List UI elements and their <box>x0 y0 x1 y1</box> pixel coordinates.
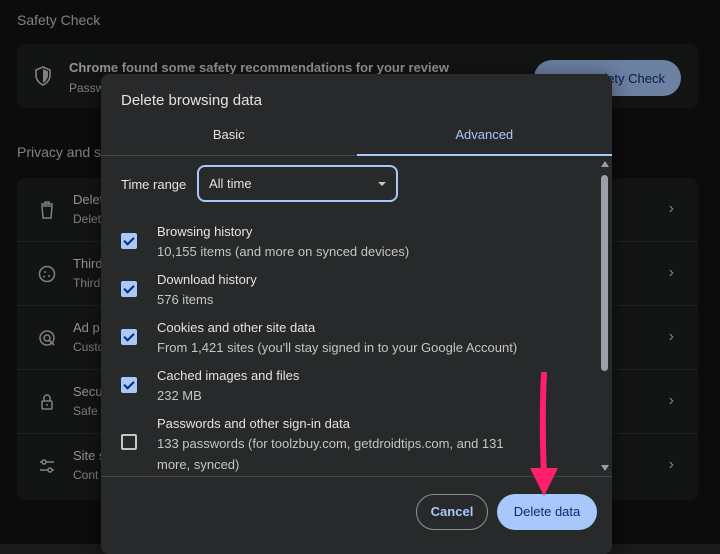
passwords-checkbox[interactable] <box>121 434 137 450</box>
item-subtitle: 232 MB <box>157 388 202 403</box>
dropdown-caret-icon <box>378 182 386 186</box>
item-title: Download history <box>157 272 257 287</box>
dialog-content: Time range All time Browsing history 10,… <box>101 157 612 475</box>
delete-data-button[interactable]: Delete data <box>497 494 597 530</box>
item-title: Cookies and other site data <box>157 320 316 335</box>
tab-basic[interactable]: Basic <box>101 122 357 156</box>
delete-browsing-data-dialog: Delete browsing data Basic Advanced Time… <box>101 74 612 554</box>
dialog-footer: Cancel Delete data <box>101 476 612 554</box>
cancel-button[interactable]: Cancel <box>416 494 488 530</box>
dialog-scrollbar[interactable] <box>598 157 612 475</box>
time-range-label: Time range <box>121 177 187 192</box>
item-subtitle: 133 passwords (for toolzbuy.com, getdroi… <box>157 436 504 472</box>
scroll-down-arrow-icon[interactable] <box>601 465 609 471</box>
active-tab-indicator <box>356 154 612 156</box>
browsing-history-checkbox[interactable] <box>121 233 137 249</box>
item-title: Cached images and files <box>157 368 300 383</box>
item-title: Passwords and other sign-in data <box>157 416 350 431</box>
scroll-up-arrow-icon[interactable] <box>601 161 609 167</box>
item-subtitle: 576 items <box>157 292 214 307</box>
dialog-tabs: Basic Advanced <box>101 122 612 156</box>
dialog-title: Delete browsing data <box>121 92 262 109</box>
item-title: Browsing history <box>157 224 253 239</box>
download-history-checkbox[interactable] <box>121 281 137 297</box>
item-subtitle: From 1,421 sites (you'll stay signed in … <box>157 340 518 355</box>
time-range-select[interactable]: All time <box>197 165 398 202</box>
scrollbar-thumb[interactable] <box>601 175 608 371</box>
item-subtitle: 10,155 items (and more on synced devices… <box>157 244 410 259</box>
cookies-checkbox[interactable] <box>121 329 137 345</box>
tab-advanced[interactable]: Advanced <box>357 122 613 156</box>
cached-images-checkbox[interactable] <box>121 377 137 393</box>
time-range-value: All time <box>209 176 252 191</box>
